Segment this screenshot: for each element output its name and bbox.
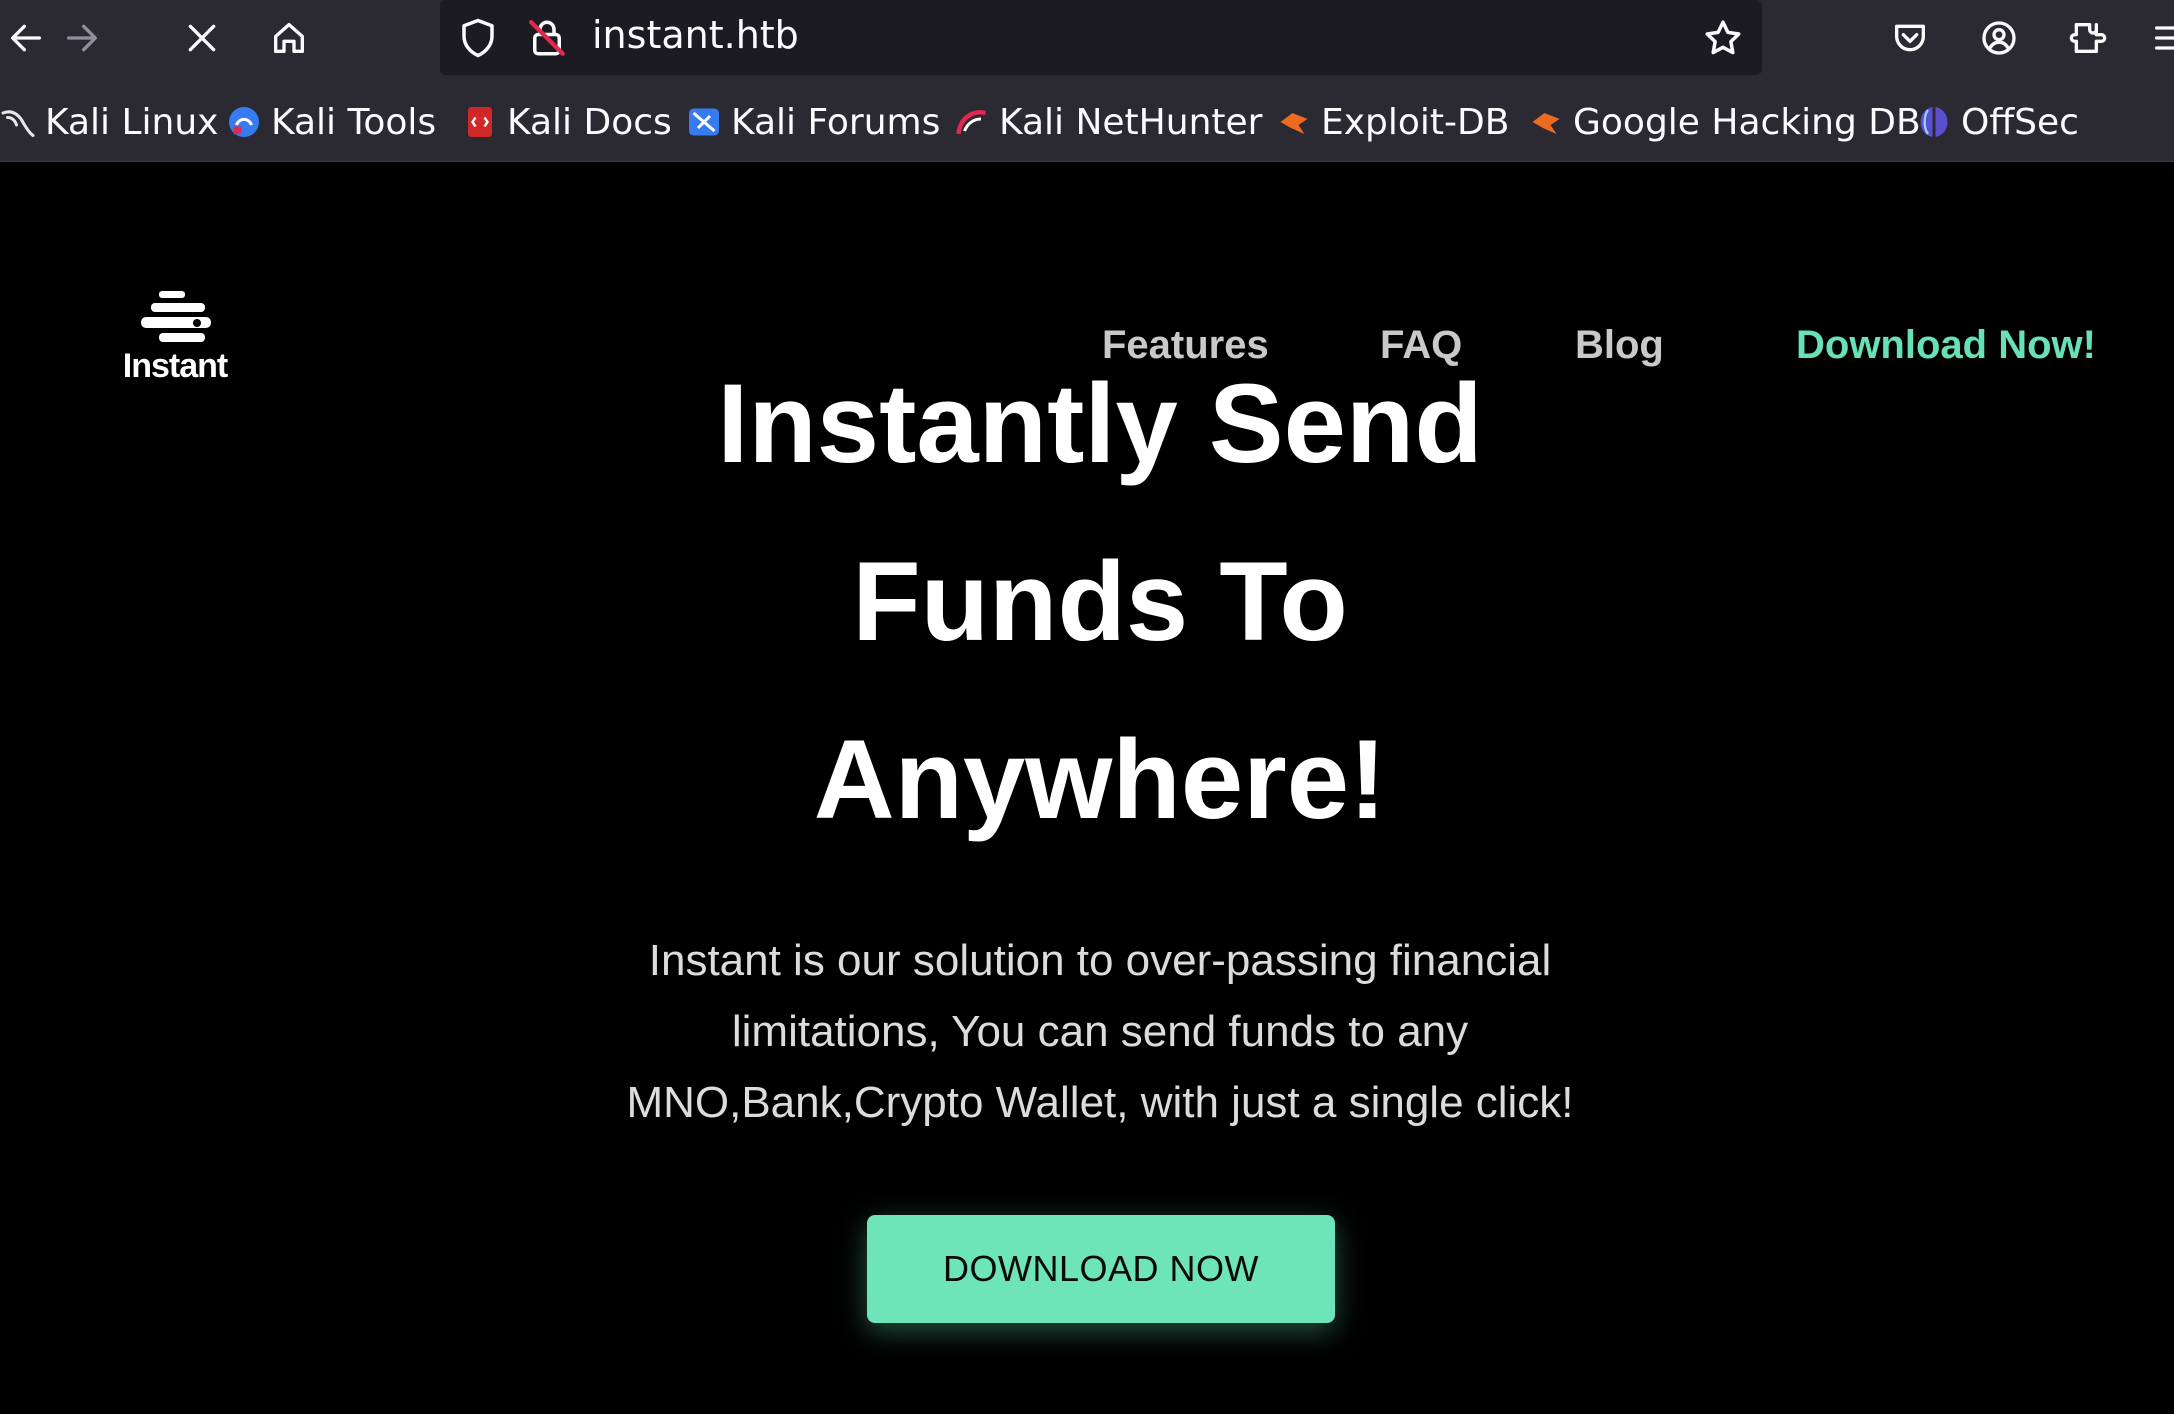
kali-forums-icon [689, 108, 719, 136]
logo-text: Instant [122, 347, 228, 385]
nav-download-now[interactable]: Download Now! [1796, 323, 2096, 368]
bookmark-google-hacking-db[interactable]: Google Hacking DB [1528, 102, 1921, 143]
bookmark-kali-linux[interactable]: Kali Linux [0, 102, 218, 143]
offsec-icon [1920, 107, 1948, 137]
hero-subtitle-line: Instant is our solution to over-passing … [648, 936, 1552, 985]
pocket-button[interactable] [1880, 8, 1940, 68]
back-button[interactable] [0, 8, 56, 68]
bookmark-kali-forums[interactable]: Kali Forums [686, 102, 940, 143]
nav-faq[interactable]: FAQ [1380, 323, 1462, 368]
kali-tools-icon [229, 107, 259, 137]
menu-icon [2155, 26, 2174, 50]
bookmark-exploit-db[interactable]: Exploit-DB [1276, 102, 1509, 143]
ghdb-icon [1532, 113, 1560, 134]
stop-button[interactable] [172, 8, 232, 68]
menu-button[interactable] [2140, 8, 2174, 68]
account-icon [1982, 21, 2016, 55]
browser-toolbar: instant.htb [0, 0, 2174, 76]
instant-logo-icon [141, 291, 211, 342]
insecure-lock-icon[interactable] [526, 17, 568, 59]
pocket-icon [1895, 24, 1925, 52]
hero-title-line: Anywhere! [813, 717, 1387, 842]
shield-icon[interactable] [457, 17, 499, 59]
forward-arrow-icon [67, 24, 98, 52]
bookmark-kali-tools[interactable]: Kali Tools [226, 102, 436, 143]
bookmark-star-icon[interactable] [1702, 17, 1744, 59]
download-now-button[interactable]: DOWNLOAD NOW [867, 1215, 1335, 1323]
bookmarks-toolbar: Kali Linux Kali Tools Kali Docs Kali For… [0, 76, 2174, 162]
hero-subtitle-line: limitations, You can send funds to any [731, 1007, 1469, 1056]
kali-nethunter-icon [956, 110, 987, 135]
nav-blog[interactable]: Blog [1575, 323, 1664, 368]
forward-button[interactable] [52, 8, 112, 68]
back-arrow-icon [11, 24, 41, 52]
home-icon [274, 23, 304, 53]
url-bar[interactable]: instant.htb [440, 0, 1762, 75]
site-logo[interactable]: Instant [115, 289, 235, 386]
bookmark-kali-docs[interactable]: Kali Docs [462, 102, 672, 143]
kali-dragon-icon [1, 110, 35, 137]
bookmark-kali-nethunter[interactable]: Kali NetHunter [954, 102, 1262, 143]
url-text[interactable]: instant.htb [592, 13, 799, 57]
hero-title: Instantly Send Funds To Anywhere! [600, 335, 1600, 869]
stop-loading-icon [188, 24, 216, 52]
home-button[interactable] [259, 8, 319, 68]
hero-subtitle: Instant is our solution to over-passing … [570, 925, 1630, 1138]
extensions-icon [2069, 23, 2107, 53]
page-content: Instant Instantly Send Funds To Anywhere… [0, 163, 2174, 1414]
nav-features[interactable]: Features [1102, 323, 1269, 368]
bookmark-offsec[interactable]: OffSec [1916, 102, 2079, 143]
exploit-db-icon [1280, 113, 1308, 134]
account-button[interactable] [1969, 8, 2029, 68]
kali-docs-icon [468, 107, 492, 137]
hero-title-line: Funds To [852, 539, 1348, 664]
hero-subtitle-line: MNO,Bank,Crypto Wallet, with just a sing… [626, 1078, 1574, 1127]
extensions-button[interactable] [2058, 8, 2118, 68]
